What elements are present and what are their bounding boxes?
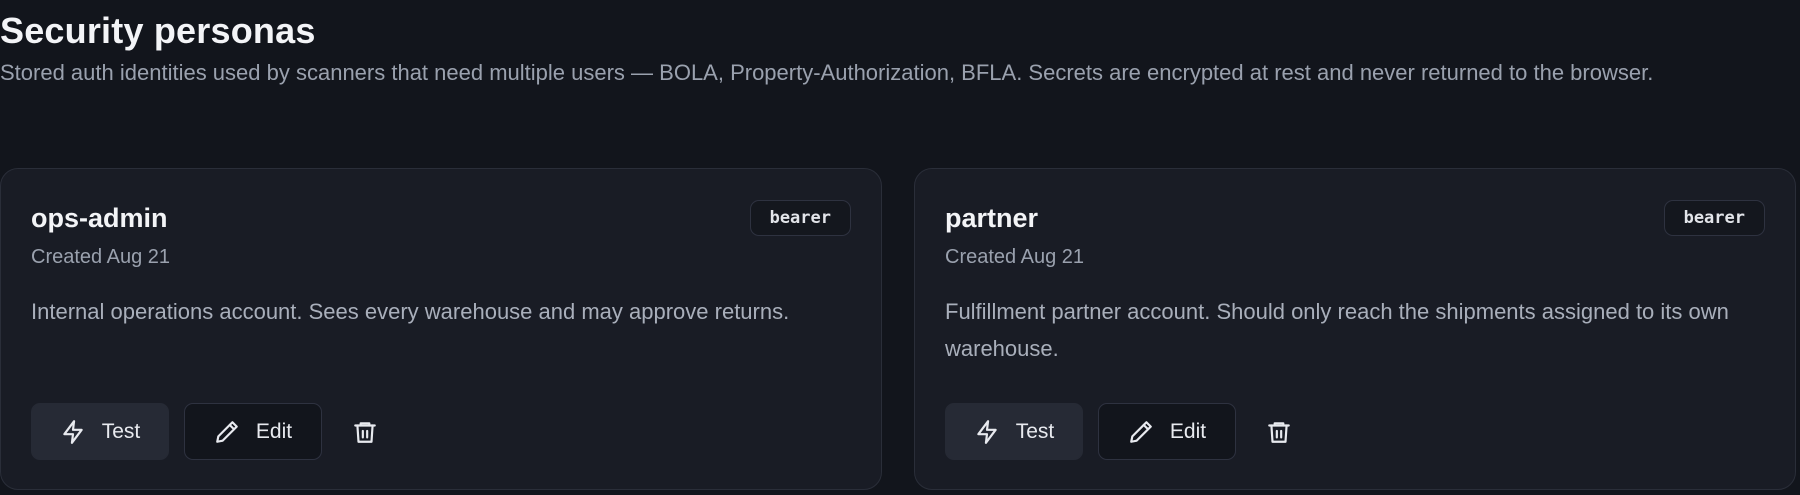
- test-button-label: Test: [1015, 419, 1055, 443]
- auth-type-badge: bearer: [1663, 200, 1765, 236]
- pencil-icon: [214, 419, 240, 445]
- persona-created-date: Created Aug 21: [945, 246, 1084, 268]
- persona-description: Internal operations account. Sees every …: [31, 299, 790, 324]
- page-title: Security personas: [0, 10, 316, 51]
- persona-actions: Test Edit: [945, 403, 1307, 460]
- persona-name: ops-admin: [31, 203, 168, 233]
- zap-icon: [60, 419, 86, 445]
- persona-description: Fulfillment partner account. Should only…: [945, 299, 1729, 361]
- auth-type-badge: bearer: [749, 200, 851, 236]
- trash-icon: [1266, 419, 1292, 445]
- trash-icon: [352, 419, 378, 445]
- edit-button[interactable]: Edit: [1098, 403, 1236, 460]
- pencil-icon: [1128, 419, 1154, 445]
- test-button[interactable]: Test: [945, 403, 1083, 460]
- persona-actions: Test Edit: [31, 403, 393, 460]
- persona-name: partner: [945, 203, 1039, 233]
- delete-button[interactable]: [1251, 403, 1307, 460]
- persona-created-date: Created Aug 21: [31, 246, 170, 268]
- edit-button[interactable]: Edit: [184, 403, 322, 460]
- edit-button-label: Edit: [255, 419, 293, 443]
- test-button[interactable]: Test: [31, 403, 169, 460]
- delete-button[interactable]: [337, 403, 393, 460]
- persona-card: partner Created Aug 21 bearer Fulfillmen…: [914, 168, 1796, 490]
- security-personas-page: Security personas Stored auth identities…: [0, 0, 1800, 495]
- test-button-label: Test: [101, 419, 141, 443]
- edit-button-label: Edit: [1169, 419, 1207, 443]
- zap-icon: [974, 419, 1000, 445]
- page-subtitle: Stored auth identities used by scanners …: [0, 60, 1654, 85]
- persona-card: ops-admin Created Aug 21 bearer Internal…: [0, 168, 882, 490]
